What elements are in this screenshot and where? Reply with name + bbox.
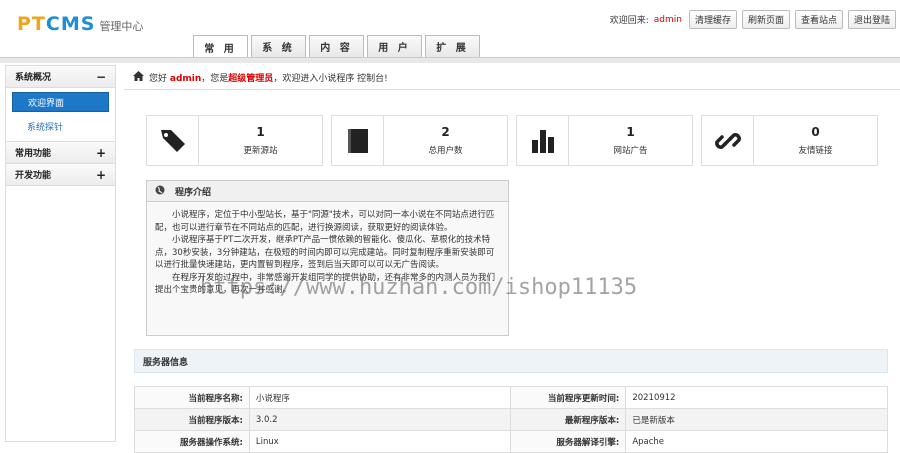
tags-icon — [147, 116, 199, 165]
stat-value: 0 — [811, 125, 820, 139]
server-info-table: 当前程序名称: 小说程序 当前程序更新时间: 20210912 当前程序版本: … — [134, 386, 888, 453]
greeting-text: 您好 admin，您是超级管理员，欢迎进入小说程序 控制台! — [149, 74, 388, 84]
tab-content[interactable]: 内 容 — [309, 35, 364, 57]
intro-header: 程序介绍 — [147, 181, 508, 202]
header-divider — [0, 57, 900, 63]
current-username: admin — [653, 14, 682, 25]
stats-row: 1 更新源站 2 总用户数 1 网站广告 0 友情链接 — [146, 115, 878, 166]
tab-users[interactable]: 用 户 — [367, 35, 422, 57]
main-tabs: 常 用 系 统 内 容 用 户 扩 展 — [193, 35, 480, 58]
expand-icon[interactable]: + — [96, 168, 106, 182]
top-toolbar: 欢迎回来: admin 清理缓存 刷新页面 查看站点 退出登陆 — [610, 10, 896, 29]
intro-paragraph: 小说程序，定位于中小型站长，基于"同源"技术，可以对同一本小说在不同站点进行匹配… — [155, 210, 495, 233]
globe-icon — [155, 185, 165, 198]
stat-label: 网站广告 — [613, 146, 648, 156]
stat-label: 友情链接 — [798, 146, 833, 156]
welcome-label: 欢迎回来: — [609, 16, 649, 26]
table-row: 当前程序名称: 小说程序 当前程序更新时间: 20210912 — [134, 386, 888, 409]
collapse-icon[interactable]: − — [96, 70, 106, 84]
logout-button[interactable]: 退出登陆 — [847, 10, 896, 29]
breadcrumb: 您好 admin，您是超级管理员，欢迎进入小说程序 控制台! — [124, 66, 900, 90]
intro-panel: 程序介绍 小说程序，定位于中小型站长，基于"同源"技术，可以对同一本小说在不同站… — [146, 180, 509, 336]
stat-card-sources[interactable]: 1 更新源站 — [146, 115, 323, 166]
sidebar-item-welcome[interactable]: 欢迎界面 — [12, 92, 109, 112]
book-icon — [332, 116, 384, 165]
home-icon — [133, 71, 144, 84]
sidebar-section-dev[interactable]: 开发功能 + — [6, 164, 115, 186]
expand-icon[interactable]: + — [96, 146, 106, 160]
sidebar-section-label: 系统概况 — [15, 73, 52, 83]
header: PTCMS 管理中心 欢迎回来: admin 清理缓存 刷新页面 查看站点 退出… — [0, 0, 900, 58]
stat-label: 总用户数 — [428, 146, 463, 156]
stat-card-users[interactable]: 2 总用户数 — [331, 115, 508, 166]
stat-card-links[interactable]: 0 友情链接 — [701, 115, 878, 166]
sidebar-section-common[interactable]: 常用功能 + — [6, 142, 115, 164]
sidebar-section-label: 常用功能 — [15, 149, 52, 159]
stat-value: 1 — [626, 125, 635, 139]
stat-value: 1 — [256, 125, 265, 139]
sidebar-item-probe[interactable]: 系统探针 — [12, 116, 109, 136]
refresh-page-button[interactable]: 刷新页面 — [741, 10, 790, 29]
server-info-title: 服务器信息 — [134, 349, 888, 373]
stat-card-ads[interactable]: 1 网站广告 — [516, 115, 693, 166]
logo[interactable]: PTCMS 管理中心 — [17, 13, 143, 35]
stat-label: 更新源站 — [243, 146, 278, 156]
sidebar: 系统概况 − 欢迎界面 系统探针 常用功能 + 开发功能 + — [5, 65, 116, 442]
intro-title: 程序介绍 — [175, 187, 212, 198]
intro-paragraph: 小说程序基于PT二次开发，继承PT产品一惯依赖的智能化、傻瓜化、草根化的技术特点… — [155, 235, 495, 270]
link-icon — [702, 116, 754, 165]
clear-cache-button[interactable]: 清理缓存 — [688, 10, 737, 29]
watermark: https://www.huzhan.com/ishop11135 — [200, 275, 638, 300]
logo-mark: PTCMS — [17, 13, 96, 35]
stat-value: 2 — [441, 125, 450, 139]
tab-system[interactable]: 系 统 — [251, 35, 306, 57]
sidebar-section-overview[interactable]: 系统概况 − — [6, 66, 115, 88]
tab-extend[interactable]: 扩 展 — [425, 35, 480, 57]
tab-common[interactable]: 常 用 — [193, 35, 248, 58]
view-site-button[interactable]: 查看站点 — [794, 10, 843, 29]
table-row: 当前程序版本: 3.0.2 最新程序版本: 已是新版本 — [134, 408, 888, 431]
sidebar-section-label: 开发功能 — [15, 171, 52, 181]
bar-chart-icon — [517, 116, 569, 165]
logo-subtitle: 管理中心 — [99, 19, 144, 33]
